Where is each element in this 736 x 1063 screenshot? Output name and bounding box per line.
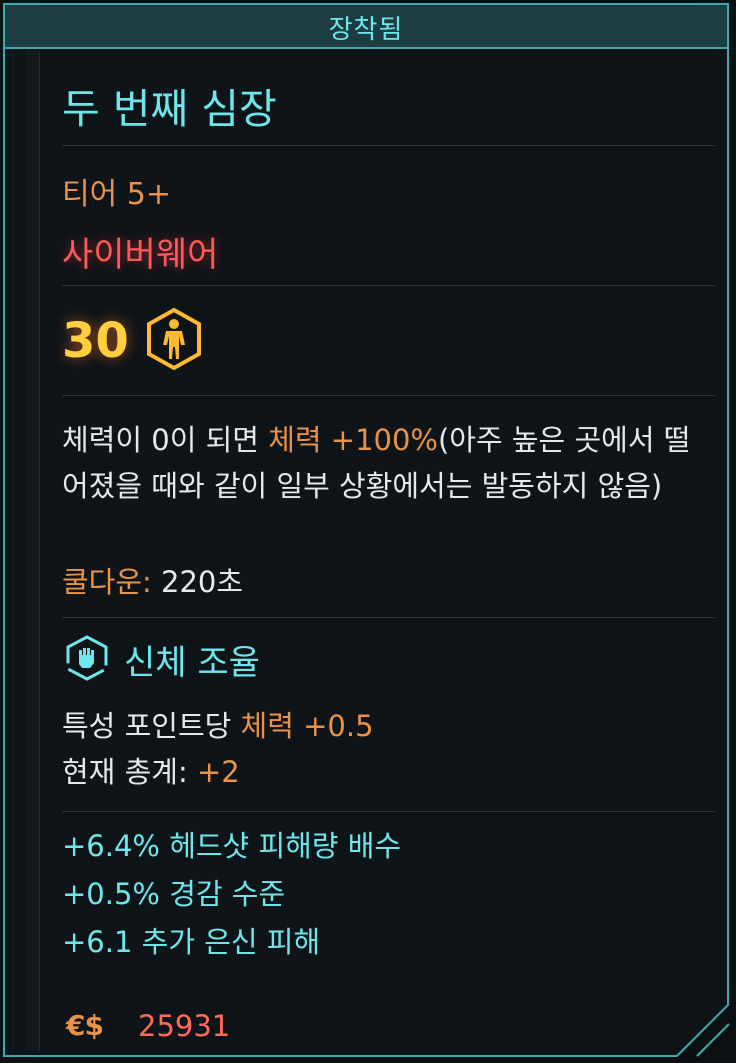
cooldown: 쿨다운: 220초: [62, 559, 243, 601]
eurodollar-icon: €$: [66, 1009, 103, 1042]
required-level: 30: [62, 313, 129, 369]
cooldown-value: 220초: [151, 565, 244, 599]
equipped-label: 장착됨: [328, 15, 404, 45]
item-type: 사이버웨어: [62, 235, 219, 275]
description-text: 체력이 0이 되면: [62, 423, 269, 457]
perk-per-point-label: 특성 포인트당: [62, 709, 241, 743]
divider: [62, 145, 715, 146]
divider: [62, 617, 715, 618]
divider: [62, 285, 715, 286]
stat-line: +6.4% 헤드샷 피해량 배수: [62, 829, 402, 863]
perk-per-point-value: 체력 +0.5: [240, 709, 374, 743]
divider: [62, 395, 715, 396]
cooldown-label: 쿨다운:: [62, 565, 152, 599]
item-tooltip-panel: 장착됨 두 번째 심장 티어 5+ 사이버웨어 30 체력이 0이 되면 체력 …: [3, 3, 729, 1057]
description-highlight: 체력 +100%: [268, 423, 438, 457]
item-name: 두 번째 심장: [62, 85, 277, 133]
left-rail-inner: [15, 51, 25, 1051]
body-attribute-icon: [142, 307, 206, 371]
perk-total: 현재 총계: +2: [62, 749, 240, 791]
perk-total-label: 현재 총계:: [62, 755, 197, 789]
fist-shield-icon: [64, 635, 110, 681]
stat-line: +0.5% 경감 수준: [62, 877, 286, 911]
stat-line: +6.1 추가 은신 피해: [62, 925, 321, 959]
perk-total-value: +2: [196, 755, 240, 789]
divider: [62, 811, 715, 812]
perk-per-point: 특성 포인트당 체력 +0.5: [62, 703, 374, 745]
item-tier: 티어 5+: [62, 177, 171, 212]
equipped-header: 장착됨: [5, 5, 727, 49]
item-price: 25931: [138, 1009, 231, 1043]
item-description: 체력이 0이 되면 체력 +100%(아주 높은 곳에서 떨어졌을 때와 같이 …: [62, 417, 702, 509]
perk-title: 신체 조율: [124, 643, 260, 683]
